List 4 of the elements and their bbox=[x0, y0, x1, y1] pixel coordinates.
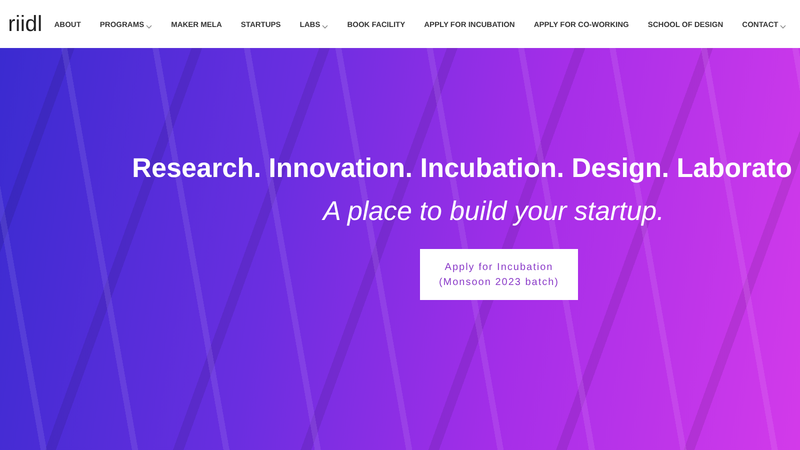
site-logo[interactable]: riidl bbox=[8, 11, 42, 37]
hero-headline: Research. Innovation. Incubation. Design. Laborato bbox=[132, 153, 792, 184]
apply-button[interactable]: Apply for Incubation (Monsoon 2023 batch) bbox=[420, 249, 578, 300]
hero-tagline: A place to build your startup. bbox=[323, 196, 664, 227]
